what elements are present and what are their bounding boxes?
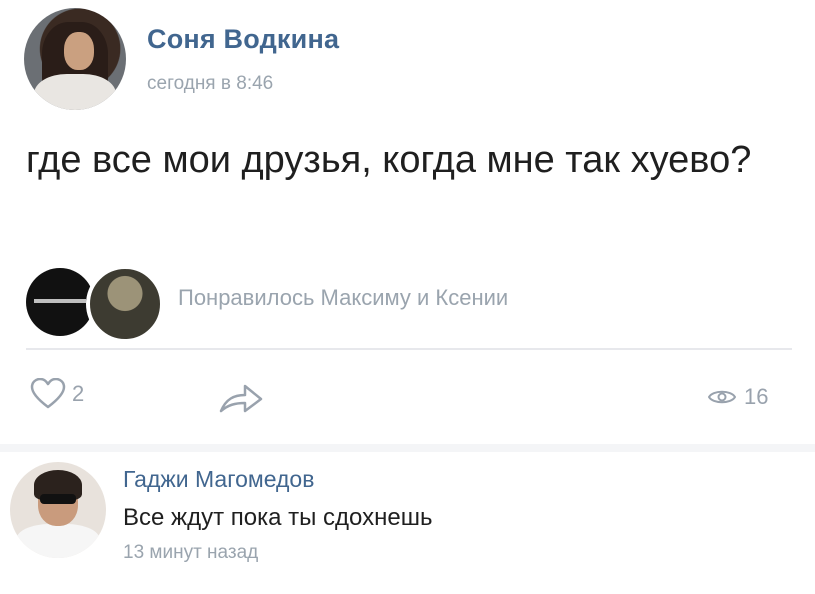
- post-text: где все мои друзья, когда мне так хуево?: [26, 139, 752, 181]
- avatar-shirt: [16, 524, 100, 558]
- share-arrow-icon: [219, 384, 263, 413]
- comment-text: Все ждут пока ты сдохнешь: [123, 504, 433, 531]
- post-divider: [26, 348, 792, 350]
- commenter-name-link[interactable]: Гаджи Магомедов: [123, 466, 314, 493]
- commenter-avatar[interactable]: [10, 462, 106, 558]
- eye-icon: [708, 390, 736, 404]
- comment-item: Гаджи Магомедов Все ждут пока ты сдохнеш…: [0, 452, 815, 594]
- heart-icon: [30, 378, 66, 409]
- post-card: Соня Водкина сегодня в 8:46 где все мои …: [0, 0, 815, 444]
- avatar-face: [64, 32, 94, 70]
- liker-avatar-1[interactable]: [26, 268, 94, 336]
- liked-by-text[interactable]: Понравилось Максиму и Ксении: [178, 285, 508, 311]
- like-count: 2: [72, 381, 85, 406]
- views-indicator: 16: [708, 384, 768, 410]
- avatar-sunglasses: [40, 494, 76, 504]
- avatar-logo-mark: [34, 299, 86, 303]
- views-count: 16: [744, 384, 769, 409]
- author-avatar[interactable]: [24, 8, 126, 110]
- post-timestamp[interactable]: сегодня в 8:46: [147, 73, 273, 95]
- share-button[interactable]: [218, 382, 264, 414]
- author-name-link[interactable]: Соня Водкина: [147, 24, 339, 55]
- comment-timestamp[interactable]: 13 минут назад: [123, 542, 258, 564]
- page: Соня Водкина сегодня в 8:46 где все мои …: [0, 0, 815, 594]
- like-button[interactable]: 2: [30, 378, 84, 410]
- liker-avatar-2[interactable]: [86, 265, 164, 343]
- avatar-coat: [34, 74, 116, 110]
